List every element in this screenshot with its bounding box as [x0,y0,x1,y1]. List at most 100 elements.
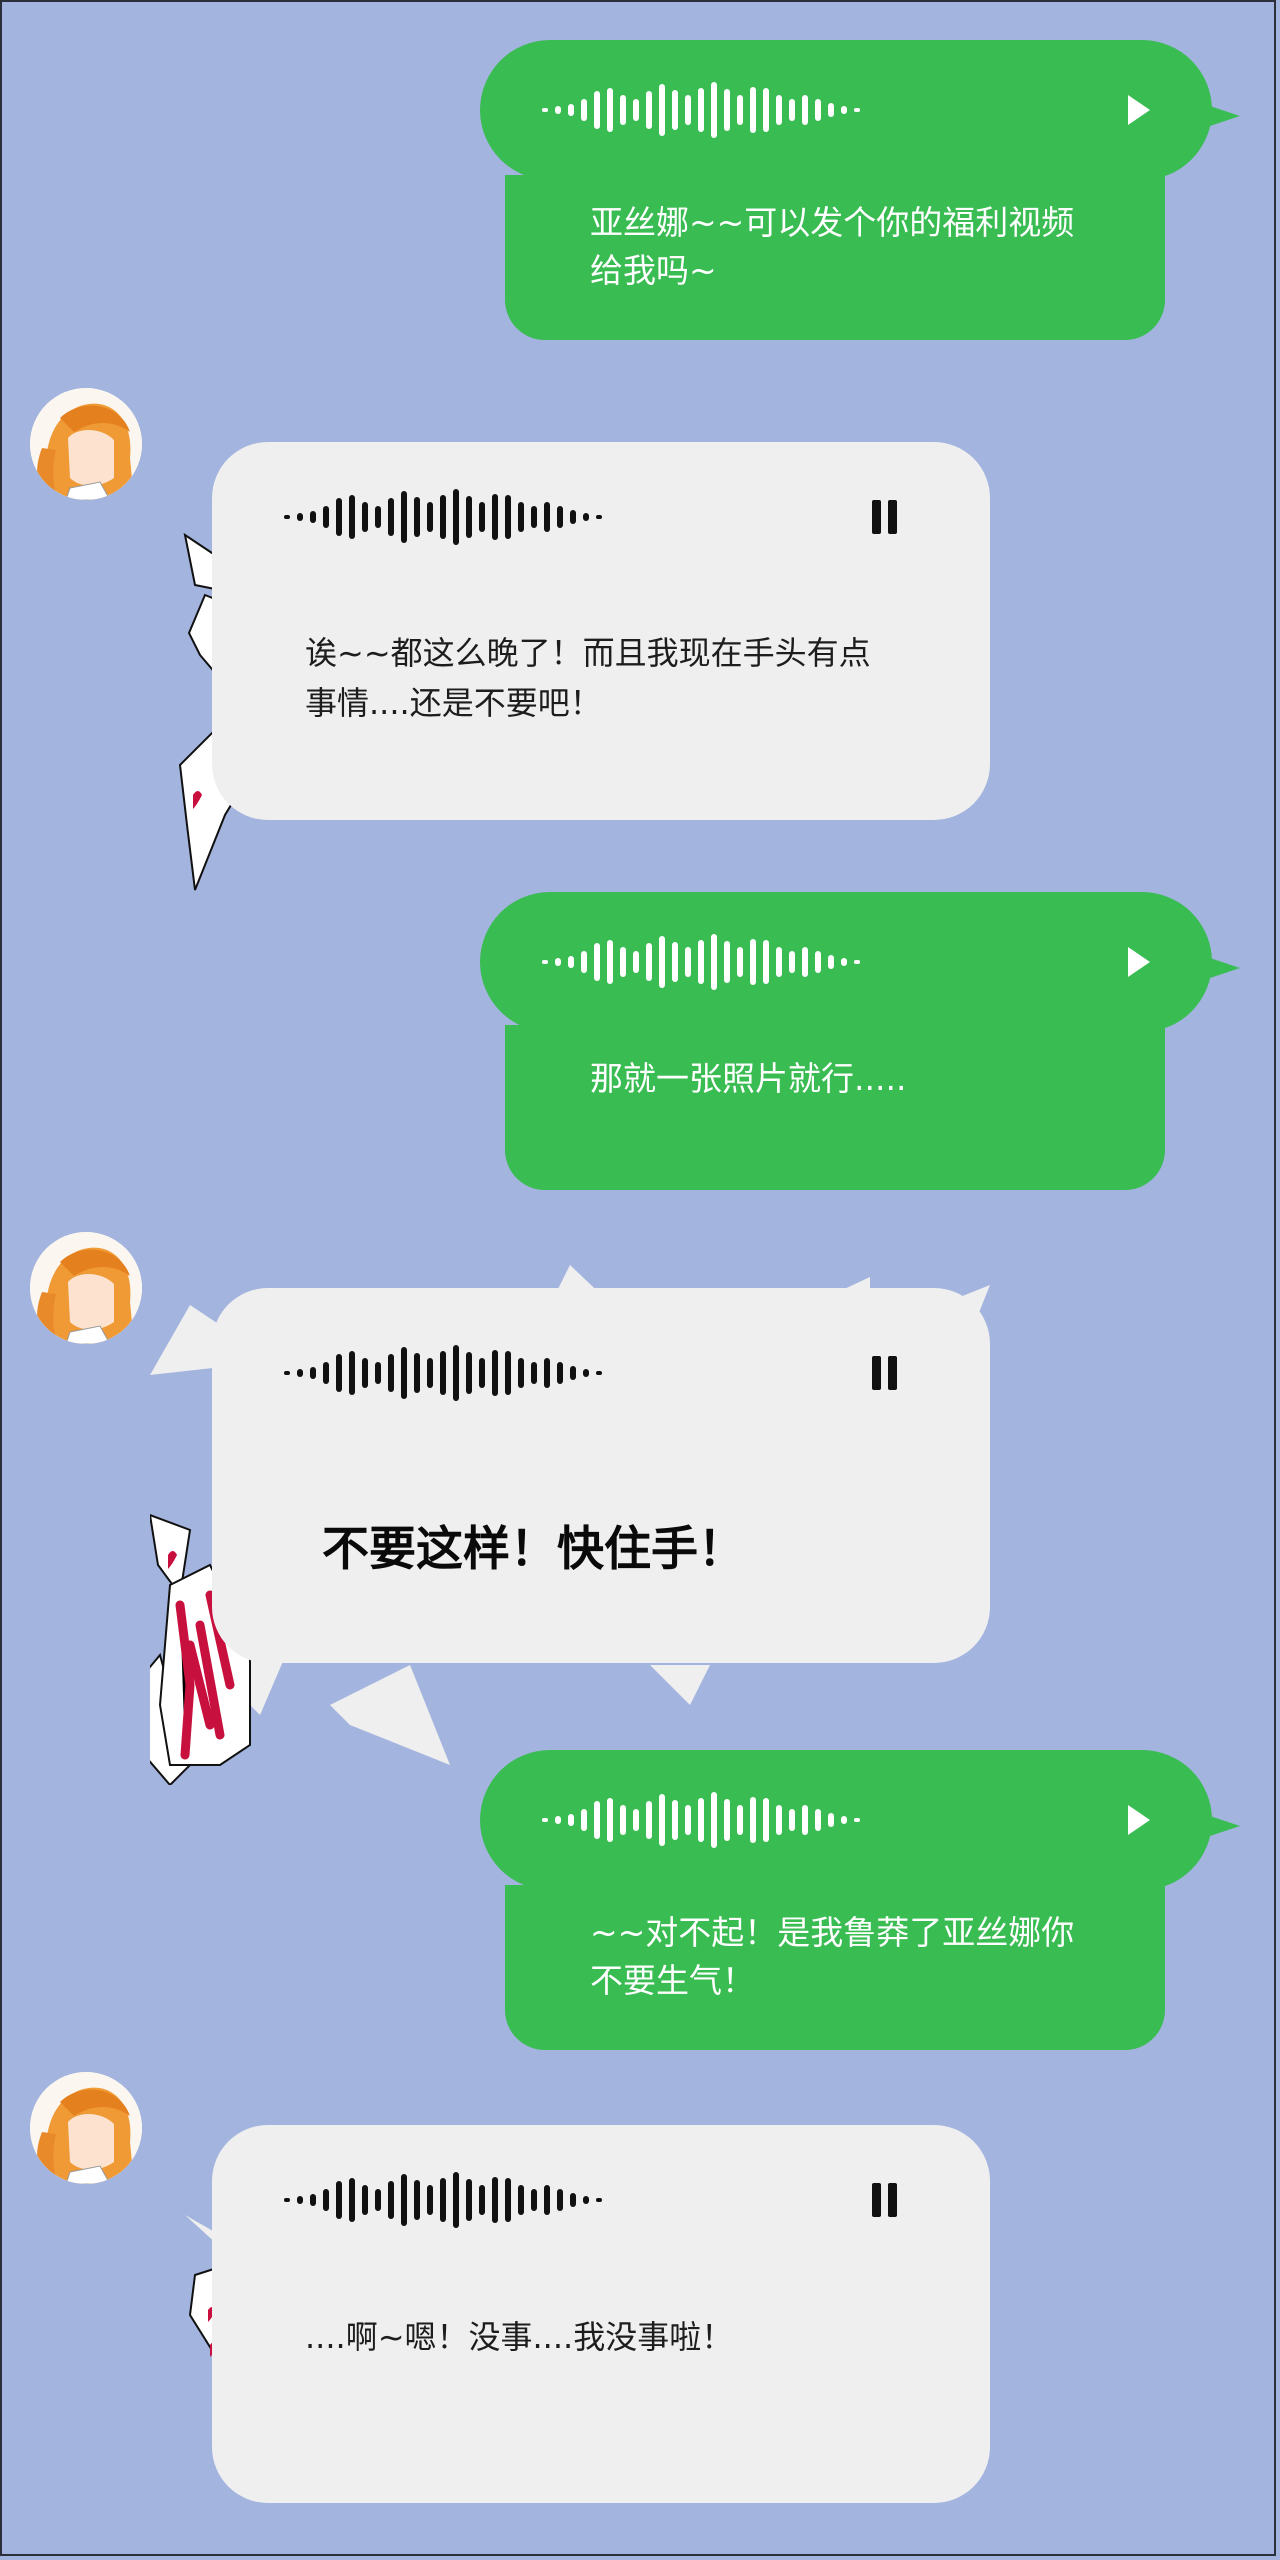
waveform-bar [362,1358,368,1388]
waveform-bar [711,1792,717,1848]
waveform-bar [375,506,381,528]
message-text: 那就一张照片就行..... [505,1025,1165,1190]
message-text: ~~对不起！是我鲁莽了亚丝娜你 不要生气！ [505,1885,1165,2050]
waveform-bar [531,2189,537,2211]
waveform-bar [349,2178,355,2222]
waveform [542,1785,860,1855]
waveform-bar [453,1345,459,1401]
waveform-bar [841,958,847,966]
waveform-bar [776,95,782,125]
waveform-bar [841,1816,847,1824]
waveform-bar [479,2185,485,2215]
waveform-bar [828,955,834,969]
waveform-bar [711,934,717,990]
voice-message[interactable] [212,1288,990,1663]
pause-icon[interactable] [872,2183,897,2217]
waveform-bar [518,502,524,532]
waveform-bar [802,95,808,125]
waveform-bar [724,1799,730,1841]
waveform-bar [531,1362,537,1384]
waveform [284,1338,602,1408]
waveform-bar [427,2185,433,2215]
waveform-bar [555,1816,561,1824]
waveform-bar [375,2189,381,2211]
waveform-bar [854,960,860,964]
waveform-bar [492,1350,498,1396]
waveform-bar [594,943,600,981]
message-text: 不要这样！快住手！ [322,1522,745,1577]
waveform-bar [633,99,639,121]
waveform-bar [672,1800,678,1840]
waveform-bar [828,103,834,117]
waveform-bar [854,108,860,112]
waveform-bar [646,1801,652,1839]
waveform [542,927,860,997]
waveform-bar [763,1798,769,1842]
waveform-bar [388,498,394,536]
waveform-bar [672,90,678,130]
waveform-bar [763,940,769,984]
waveform-bar [388,2181,394,2219]
waveform-bar [297,2196,303,2204]
waveform-bar [698,940,704,984]
waveform-bar [789,951,795,973]
waveform-bar [505,1351,511,1395]
waveform-bar [841,106,847,114]
message-text: 亚丝娜~~可以发个你的福利视频 给我吗~ [505,175,1165,340]
waveform-bar [620,1805,626,1835]
waveform-bar [479,502,485,532]
waveform-bar [440,495,446,539]
waveform-bar [776,947,782,977]
waveform-bar [607,88,613,132]
waveform-bar [750,1797,756,1843]
waveform-bar [596,2198,602,2202]
waveform-bar [505,495,511,539]
waveform-bar [698,88,704,132]
waveform-bar [620,947,626,977]
bubble-tail [1198,102,1240,130]
waveform-bar [544,2185,550,2215]
play-icon[interactable] [1128,1805,1150,1835]
waveform-bar [685,1805,691,1835]
message-text: ....啊~嗯！没事....我没事啦！ [305,2318,734,2356]
pause-icon[interactable] [872,500,897,534]
waveform-bar [581,951,587,973]
play-icon[interactable] [1128,947,1150,977]
voice-message[interactable] [480,892,1240,1032]
waveform-bar [544,1358,550,1388]
waveform-bar [375,1362,381,1384]
waveform-bar [685,947,691,977]
waveform-bar [427,1358,433,1388]
waveform-bar [440,2178,446,2222]
waveform-bar [323,2189,329,2211]
bubble-tail [1198,954,1240,982]
voice-message[interactable] [480,1750,1240,1890]
waveform-bar [828,1813,834,1827]
waveform-bar [284,2198,290,2202]
waveform-bar [583,513,589,521]
waveform-bar [711,82,717,138]
waveform-bar [685,95,691,125]
waveform-bar [362,2185,368,2215]
waveform-bar [555,958,561,966]
waveform-bar [789,1809,795,1831]
waveform-bar [568,104,574,116]
waveform-bar [581,99,587,121]
waveform-bar [440,1351,446,1395]
pause-icon[interactable] [872,1356,897,1390]
waveform-bar [633,1809,639,1831]
waveform-bar [542,108,548,112]
waveform-bar [659,1794,665,1846]
waveform-bar [802,1805,808,1835]
waveform-bar [466,496,472,538]
waveform-bar [750,939,756,985]
waveform-bar [401,491,407,543]
voice-message[interactable] [480,40,1240,180]
waveform-bar [659,84,665,136]
waveform-bar [698,1798,704,1842]
waveform-bar [310,511,316,523]
waveform-bar [763,88,769,132]
bubble-tail [1198,1812,1240,1840]
waveform-bar [492,2177,498,2223]
play-icon[interactable] [1128,95,1150,125]
